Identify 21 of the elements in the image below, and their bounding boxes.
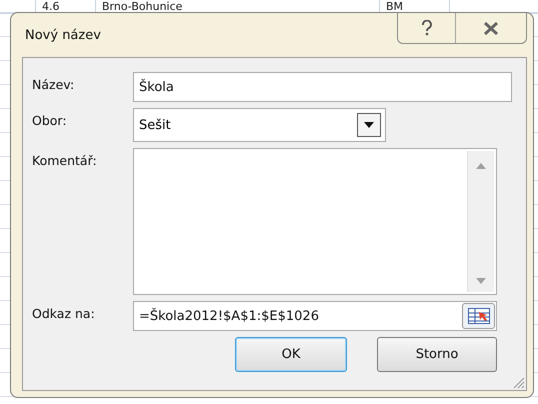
scroll-down-icon[interactable] [476, 278, 486, 284]
scroll-up-icon[interactable] [476, 163, 486, 169]
name-field[interactable]: Škola [133, 72, 512, 102]
dropdown-arrow-button[interactable] [357, 113, 381, 137]
field-label: Odkaz na: [32, 305, 96, 321]
close-icon [483, 22, 499, 34]
caret-icon [364, 122, 374, 128]
range-select-button[interactable] [462, 303, 495, 329]
range-select-icon [468, 308, 490, 324]
ok-button[interactable]: OK [235, 337, 347, 372]
field-label: Komentář: [32, 152, 98, 168]
cancel-button[interactable]: Storno [377, 337, 497, 372]
window-title: Nový název [25, 28, 101, 43]
scope-dropdown[interactable]: Sešit [133, 108, 386, 142]
resize-grip-icon[interactable] [513, 377, 525, 389]
field-label: Obor: [32, 112, 68, 128]
comment-field[interactable] [133, 148, 497, 295]
help-icon [420, 20, 432, 36]
reference-field[interactable]: =Škola2012!$A$1:$E$1026 [133, 301, 497, 331]
field-label: Název: [32, 76, 76, 92]
scrollbar[interactable] [467, 151, 494, 292]
